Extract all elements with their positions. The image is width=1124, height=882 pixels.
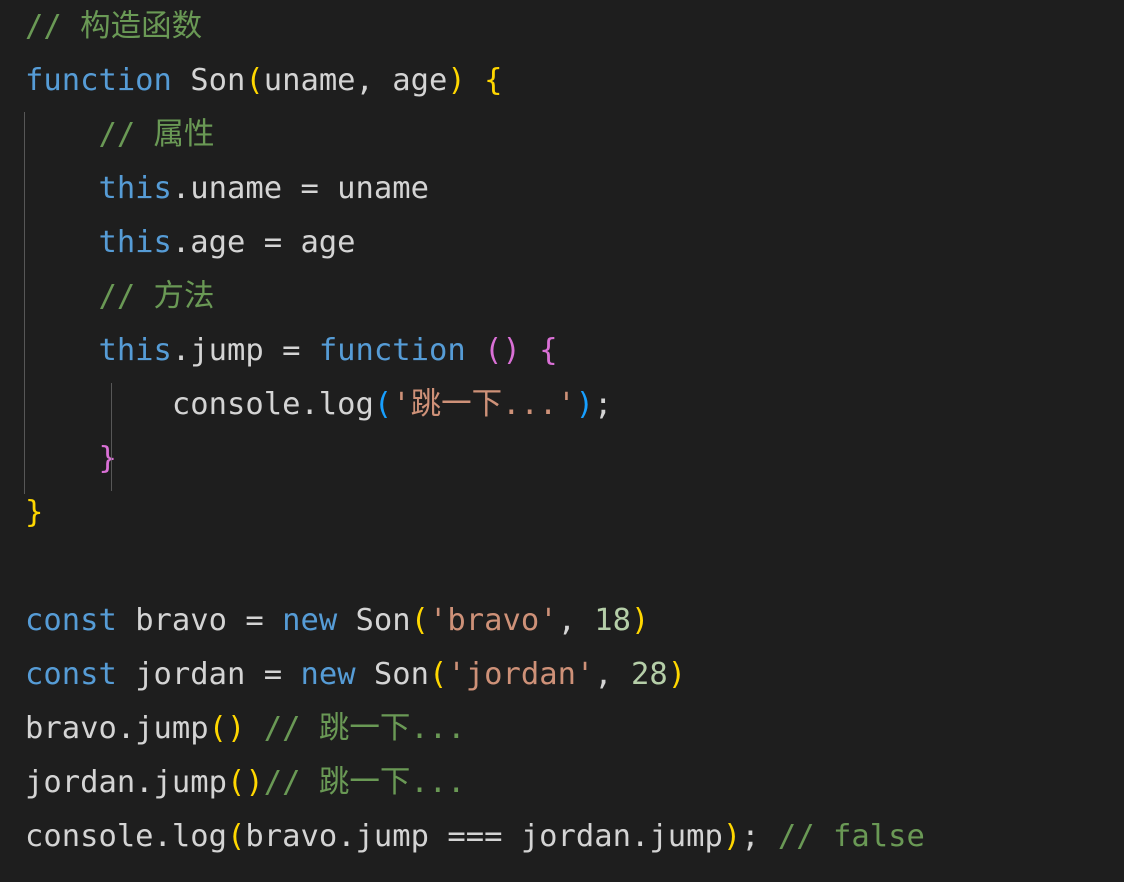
code-token-b1: ()	[208, 711, 246, 746]
code-token-keyword: new	[300, 657, 356, 692]
code-token-b1: {	[484, 63, 503, 98]
code-token-b2: ()	[484, 333, 521, 368]
code-token-plain: ,	[594, 657, 632, 692]
code-token-keyword: function	[318, 333, 466, 368]
code-token-plain: Son	[355, 657, 430, 692]
code-token-comment: // false	[777, 819, 925, 854]
code-token-keyword: this	[98, 333, 172, 368]
code-line[interactable]: console.log('跳一下...');	[0, 378, 1124, 432]
code-token-plain: bravo.jump	[25, 711, 209, 746]
code-line[interactable]: function Son(uname, age) {	[0, 54, 1124, 108]
code-token-b2: }	[98, 441, 117, 476]
code-token-string: '跳一下...'	[392, 387, 576, 422]
code-token-b1: (	[429, 657, 448, 692]
code-token-plain: console.log	[25, 819, 227, 854]
indent-guide-level-1	[24, 112, 25, 494]
code-line[interactable]: // 构造函数	[0, 0, 1124, 54]
code-token-b2: {	[539, 333, 558, 368]
code-line[interactable]: }	[0, 486, 1124, 540]
code-token-b1: ()	[227, 765, 264, 800]
code-token-number: 18	[594, 603, 632, 638]
code-token-plain: Son	[337, 603, 411, 638]
code-token-keyword: this	[98, 171, 172, 206]
code-token-plain: ;	[593, 387, 613, 422]
code-token-string: 'jordan'	[447, 657, 595, 692]
code-line[interactable]: // 方法	[0, 270, 1124, 324]
code-token-comment: // 构造函数	[25, 9, 203, 44]
code-token-number: 28	[631, 657, 668, 692]
code-token-b1: )	[447, 63, 466, 98]
code-token-b3: )	[575, 387, 594, 422]
code-token-plain: bravo.jump === jordan.jump	[245, 819, 723, 854]
code-line[interactable]: const bravo = new Son('bravo', 18)	[0, 594, 1124, 648]
code-token-plain: jordan =	[116, 657, 301, 692]
code-token-b1: (	[245, 63, 264, 98]
code-token-comment: // 属性	[98, 117, 215, 152]
code-token-keyword: new	[282, 603, 338, 638]
code-token-b1: (	[410, 603, 430, 638]
code-token-plain: .age = age	[171, 225, 356, 260]
code-line[interactable]: this.jump = function () {	[0, 324, 1124, 378]
code-token-plain: jordan.jump	[25, 765, 227, 800]
code-token-comment: // 跳一下...	[263, 711, 466, 746]
code-token-comment: // 跳一下...	[263, 765, 466, 800]
code-token-plain: console.log	[25, 387, 374, 422]
code-token-keyword: this	[98, 225, 172, 260]
code-line[interactable]	[0, 540, 1124, 594]
code-line[interactable]: console.log(bravo.jump === jordan.jump);…	[0, 810, 1124, 864]
code-line[interactable]: const jordan = new Son('jordan', 28)	[0, 648, 1124, 702]
code-token-plain: bravo =	[116, 603, 283, 638]
code-token-keyword: const	[25, 657, 117, 692]
code-line[interactable]: this.age = age	[0, 216, 1124, 270]
code-token-comment: // 方法	[98, 279, 215, 314]
code-token-plain: .uname = uname	[171, 171, 429, 206]
code-line[interactable]: this.uname = uname	[0, 162, 1124, 216]
code-token-b3: (	[373, 387, 393, 422]
code-token-plain: uname, age	[263, 63, 448, 98]
code-token-b1: (	[227, 819, 246, 854]
code-line[interactable]: bravo.jump() // 跳一下...	[0, 702, 1124, 756]
code-token-plain: ,	[557, 603, 595, 638]
code-token-b1: )	[667, 657, 687, 692]
code-token-plain: Son	[171, 63, 246, 98]
code-line[interactable]: }	[0, 432, 1124, 486]
code-token-b1: )	[631, 603, 650, 638]
code-token-keyword: function	[25, 63, 172, 98]
code-editor-surface[interactable]: // 构造函数 function Son(uname, age) { // 属性 …	[0, 0, 1124, 882]
code-token-b1: }	[25, 495, 44, 530]
code-content[interactable]: // 构造函数 function Son(uname, age) { // 属性 …	[0, 0, 1124, 864]
indent-guide-level-2	[111, 383, 112, 491]
code-line[interactable]: // 属性	[0, 108, 1124, 162]
code-token-keyword: const	[25, 603, 117, 638]
code-token-b1: )	[722, 819, 742, 854]
code-token-plain: ;	[741, 819, 778, 854]
code-line[interactable]: jordan.jump()// 跳一下...	[0, 756, 1124, 810]
code-token-string: 'bravo'	[429, 603, 558, 638]
code-token-plain: .jump =	[171, 333, 319, 368]
